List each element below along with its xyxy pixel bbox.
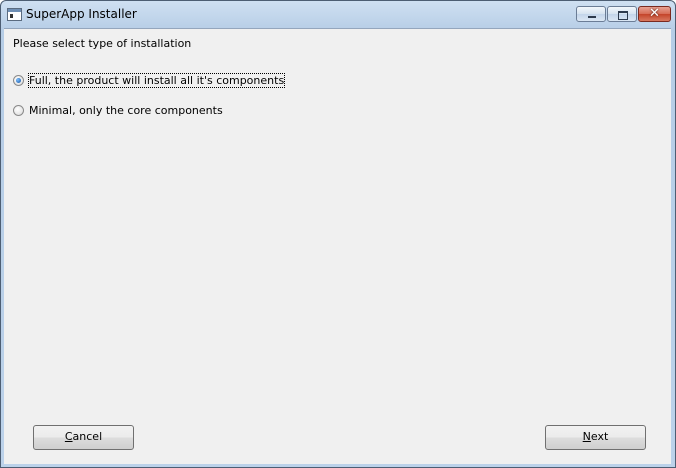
next-accelerator: N <box>582 430 591 443</box>
installation-type-prompt: Please select type of installation <box>13 37 192 50</box>
minimize-button[interactable] <box>576 6 606 22</box>
window-title: SuperApp Installer <box>26 7 137 21</box>
maximize-button[interactable] <box>607 6 637 22</box>
title-bar[interactable]: SuperApp Installer ✕ <box>1 1 675 27</box>
cancel-label-rest: ancel <box>72 430 103 443</box>
option-full-label[interactable]: Full, the product will install all it's … <box>27 73 286 88</box>
radio-selected-dot <box>16 78 21 83</box>
maximize-icon <box>618 11 628 20</box>
next-label-rest: ext <box>590 430 609 443</box>
installer-client-area: Please select type of installation Full,… <box>4 28 671 464</box>
radio-full[interactable] <box>13 75 24 86</box>
close-button[interactable]: ✕ <box>638 6 671 22</box>
cancel-button[interactable]: Cancel <box>33 425 134 450</box>
next-button[interactable]: Next <box>545 425 646 450</box>
option-minimal-label[interactable]: Minimal, only the core components <box>29 104 223 117</box>
installer-window: SuperApp Installer ✕ Please select type … <box>0 0 676 468</box>
app-icon <box>7 8 22 21</box>
radio-minimal[interactable] <box>13 105 24 116</box>
cancel-accelerator: C <box>64 430 73 443</box>
minimize-icon <box>588 16 596 18</box>
close-icon: ✕ <box>649 6 660 21</box>
